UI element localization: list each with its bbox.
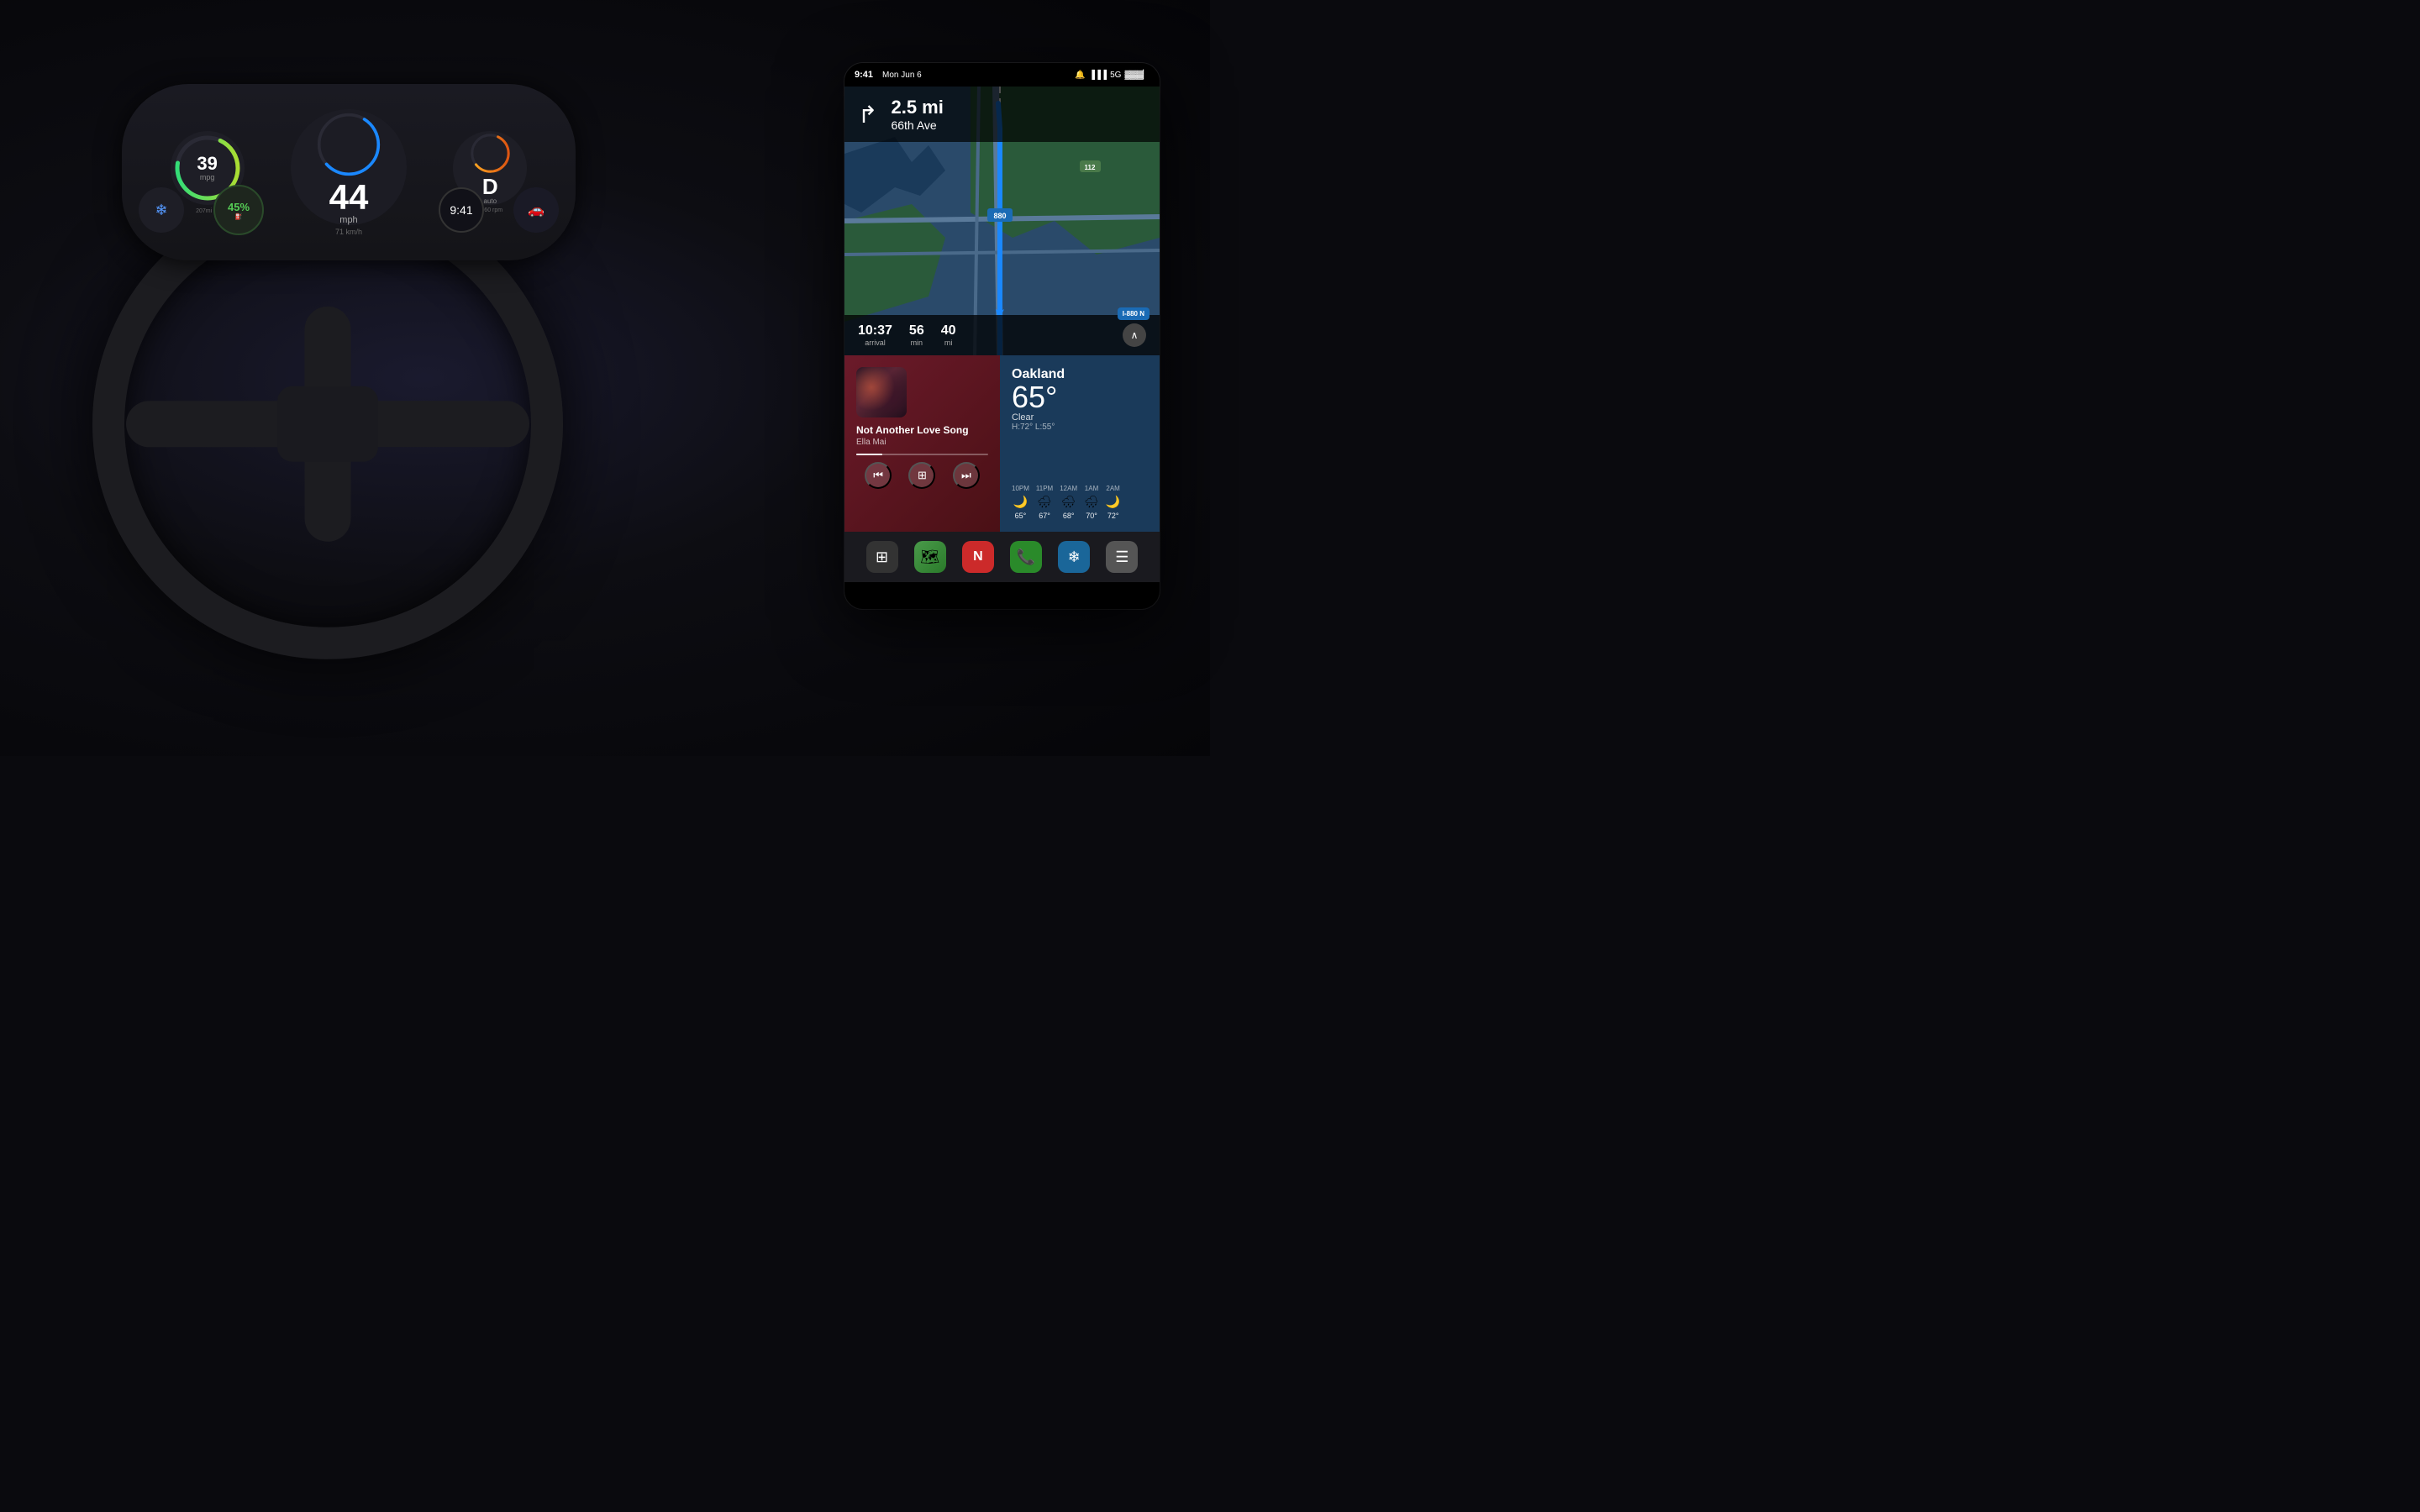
car-widget: 🚗: [513, 187, 559, 233]
next-button[interactable]: ⏭: [953, 462, 980, 489]
nav-overlay: ↱ 2.5 mi 66th Ave: [844, 87, 1160, 142]
nav-miles: 40 mi: [941, 323, 956, 347]
nav-arrival-label: arrival: [865, 339, 886, 347]
album-art-image: [856, 367, 907, 417]
hourly-icon-4: 🌙: [1106, 495, 1120, 509]
dock-cards-button[interactable]: ☰: [1106, 541, 1138, 573]
hourly-icon-0: 🌙: [1013, 495, 1028, 509]
hourly-icon-2: 🌧: [1061, 495, 1076, 509]
status-bar: 9:41 Mon Jun 6 🔔 ▐▐▐ 5G ▓▓▓▏: [844, 63, 1160, 87]
hourly-item-4: 2AM 🌙 72°: [1106, 485, 1120, 520]
hourly-item-2: 12AM 🌧 68°: [1060, 485, 1077, 520]
nav-miles-value: 40: [941, 323, 956, 339]
weather-low: L:55°: [1035, 423, 1055, 432]
progress-fill: [856, 454, 882, 455]
network-type: 5G: [1110, 71, 1121, 80]
hourly-icon-3: 🌧: [1084, 495, 1099, 509]
maps-icon: 🗺: [920, 549, 939, 566]
fan-widget: ❄: [139, 187, 184, 233]
battery-percent: 45%: [228, 201, 250, 213]
mpg-unit: mpg: [200, 173, 215, 181]
weather-hilo: H:72° L:55°: [1012, 423, 1148, 432]
nav-street: 66th Ave: [891, 118, 943, 132]
nav-expand-button[interactable]: ∧: [1123, 323, 1146, 347]
hourly-item-3: 1AM 🌧 70°: [1084, 485, 1099, 520]
dock-grid-button[interactable]: ⊞: [866, 541, 898, 573]
hourly-time-4: 2AM: [1106, 485, 1119, 492]
dock-phone-button[interactable]: 📞: [1010, 541, 1042, 573]
hourly-temp-0: 65°: [1015, 512, 1027, 520]
svg-text:880: 880: [993, 212, 1006, 220]
hourly-time-1: 11PM: [1036, 485, 1053, 492]
weather-temp: 65°: [1012, 382, 1148, 412]
hourly-temp-2: 68°: [1063, 512, 1075, 520]
speed-value: 44: [329, 180, 369, 215]
hourly-icon-1: 🌧: [1037, 495, 1052, 509]
hourly-time-3: 1AM: [1085, 485, 1098, 492]
battery-icon: ▓▓▓▏: [1124, 71, 1150, 80]
speed-unit: mph: [339, 215, 357, 225]
gear-label: auto: [484, 197, 497, 205]
nav-miles-label: mi: [944, 339, 953, 347]
fan-icon: ❄: [155, 202, 167, 219]
map-section[interactable]: 880 112 ↱ 2.5 mi 66th Ave 10:37 arrival …: [844, 87, 1160, 355]
widgets-row: Not Another Love Song Ella Mai ⏮ ⊞ ⏭ Oak…: [844, 355, 1160, 532]
nav-arrival: 10:37 arrival: [858, 323, 892, 347]
progress-bar: [856, 454, 988, 455]
carplay-panel: 9:41 Mon Jun 6 🔔 ▐▐▐ 5G ▓▓▓▏: [844, 63, 1160, 609]
hourly-item-1: 11PM 🌧 67°: [1036, 485, 1053, 520]
nav-minutes: 56 min: [909, 323, 924, 347]
svg-text:112: 112: [1085, 164, 1096, 171]
song-artist: Ella Mai: [856, 438, 988, 447]
gear-value: D: [482, 176, 498, 197]
signal-bars: ▐▐▐: [1089, 71, 1107, 80]
weather-widget[interactable]: Oakland 65° Clear H:72° L:55° 10PM 🌙 65°…: [1000, 355, 1160, 532]
hourly-temp-1: 67°: [1039, 512, 1050, 520]
prev-button[interactable]: ⏮: [865, 462, 892, 489]
nav-bottom-bar: 10:37 arrival 56 min 40 mi ∧: [844, 315, 1160, 355]
status-icons: 🔔 ▐▐▐ 5G ▓▓▓▏: [1075, 71, 1150, 80]
dock-climate-button[interactable]: ❄: [1058, 541, 1090, 573]
battery-widget: 45% ⛽: [213, 185, 264, 235]
status-date: Mon Jun 6: [882, 71, 922, 80]
hourly-temp-4: 72°: [1107, 512, 1119, 520]
hourly-item-0: 10PM 🌙 65°: [1012, 485, 1029, 520]
nav-distance: 2.5 mi: [891, 97, 943, 118]
cards-icon: ☰: [1115, 549, 1128, 566]
nav-minutes-label: min: [911, 339, 923, 347]
music-controls: ⏮ ⊞ ⏭: [856, 462, 988, 489]
grid-icon: ⊞: [876, 549, 888, 566]
clock-display: 9:41: [450, 203, 472, 217]
dock-news-button[interactable]: N: [962, 541, 994, 573]
route-badge: I-880 N: [1118, 307, 1150, 320]
alarm-icon: 🔔: [1075, 71, 1085, 80]
turn-arrow-icon: ↱: [858, 101, 877, 129]
climate-icon: ❄: [1068, 549, 1081, 566]
phone-icon: 📞: [1017, 549, 1035, 566]
hourly-temp-3: 70°: [1086, 512, 1097, 520]
hourly-time-0: 10PM: [1012, 485, 1029, 492]
song-title: Not Another Love Song: [856, 424, 988, 436]
dock-maps-button[interactable]: 🗺: [914, 541, 946, 573]
grid-button[interactable]: ⊞: [908, 462, 935, 489]
clock-widget: 9:41: [439, 187, 484, 233]
news-icon: N: [973, 549, 983, 564]
nav-arrival-value: 10:37: [858, 323, 892, 339]
status-time: 9:41: [855, 70, 873, 80]
album-art: [856, 367, 907, 417]
nav-minutes-value: 56: [909, 323, 924, 339]
dock: ⊞ 🗺 N 📞 ❄ ☰: [844, 532, 1160, 582]
weather-condition: Clear: [1012, 412, 1148, 423]
weather-high: H:72°: [1012, 423, 1033, 432]
car-icon: 🚗: [528, 202, 544, 218]
hourly-time-2: 12AM: [1060, 485, 1077, 492]
fuel-icon: ⛽: [235, 213, 243, 220]
weather-hourly: 10PM 🌙 65° 11PM 🌧 67° 12AM 🌧 68° 1AM 🌧: [1012, 485, 1148, 520]
mpg-value: 39: [197, 155, 217, 173]
music-widget[interactable]: Not Another Love Song Ella Mai ⏮ ⊞ ⏭: [844, 355, 1000, 532]
